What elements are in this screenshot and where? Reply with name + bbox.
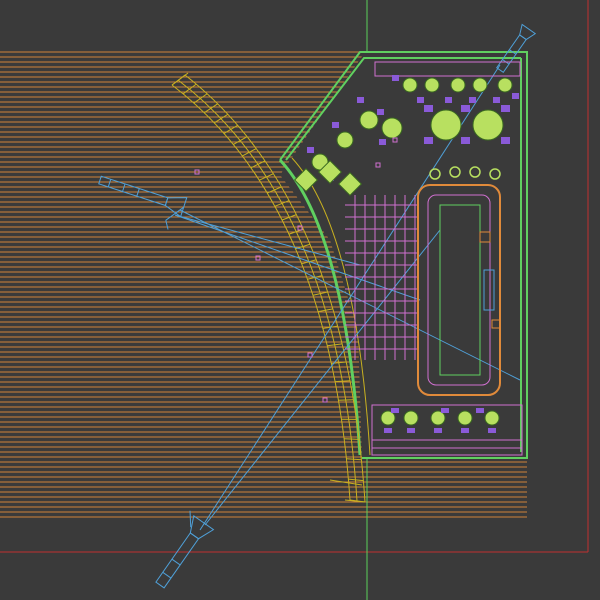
chair-icon[interactable] [357,97,364,103]
chair-icon[interactable] [488,428,496,433]
plan-drawing[interactable] [0,0,600,600]
round-table-icon[interactable] [359,110,379,130]
round-table-icon[interactable] [430,410,446,426]
round-table-icon[interactable] [424,77,440,93]
cad-top-viewport[interactable] [0,0,600,600]
chair-icon[interactable] [434,428,442,433]
chair-icon[interactable] [469,97,476,103]
round-table-icon[interactable] [457,410,473,426]
chair-icon[interactable] [501,105,510,112]
chair-icon[interactable] [392,75,399,81]
chair-icon[interactable] [424,137,433,144]
chair-icon[interactable] [476,408,484,413]
chair-icon[interactable] [512,93,519,99]
chair-icon[interactable] [501,137,510,144]
chair-icon[interactable] [391,408,399,413]
chair-icon[interactable] [377,109,384,115]
round-table-icon[interactable] [402,77,418,93]
chair-icon[interactable] [441,408,449,413]
chair-icon[interactable] [461,105,470,112]
chair-icon[interactable] [384,428,392,433]
round-table-icon[interactable] [497,77,513,93]
chair-icon[interactable] [332,122,339,128]
round-table-icon[interactable] [336,131,354,149]
round-table-icon[interactable] [403,410,419,426]
chair-icon[interactable] [493,97,500,103]
round-table-icon[interactable] [472,77,488,93]
round-table-icon[interactable] [472,109,504,141]
round-table-icon[interactable] [484,410,500,426]
chair-icon[interactable] [424,105,433,112]
chair-icon[interactable] [379,139,386,145]
round-table-icon[interactable] [450,77,466,93]
round-table-icon[interactable] [381,117,403,139]
round-table-icon[interactable] [380,410,396,426]
chair-icon[interactable] [307,147,314,153]
chair-icon[interactable] [461,428,469,433]
round-table-icon[interactable] [430,109,462,141]
chair-icon[interactable] [417,97,424,103]
chair-icon[interactable] [407,428,415,433]
chair-icon[interactable] [445,97,452,103]
chair-icon[interactable] [461,137,470,144]
